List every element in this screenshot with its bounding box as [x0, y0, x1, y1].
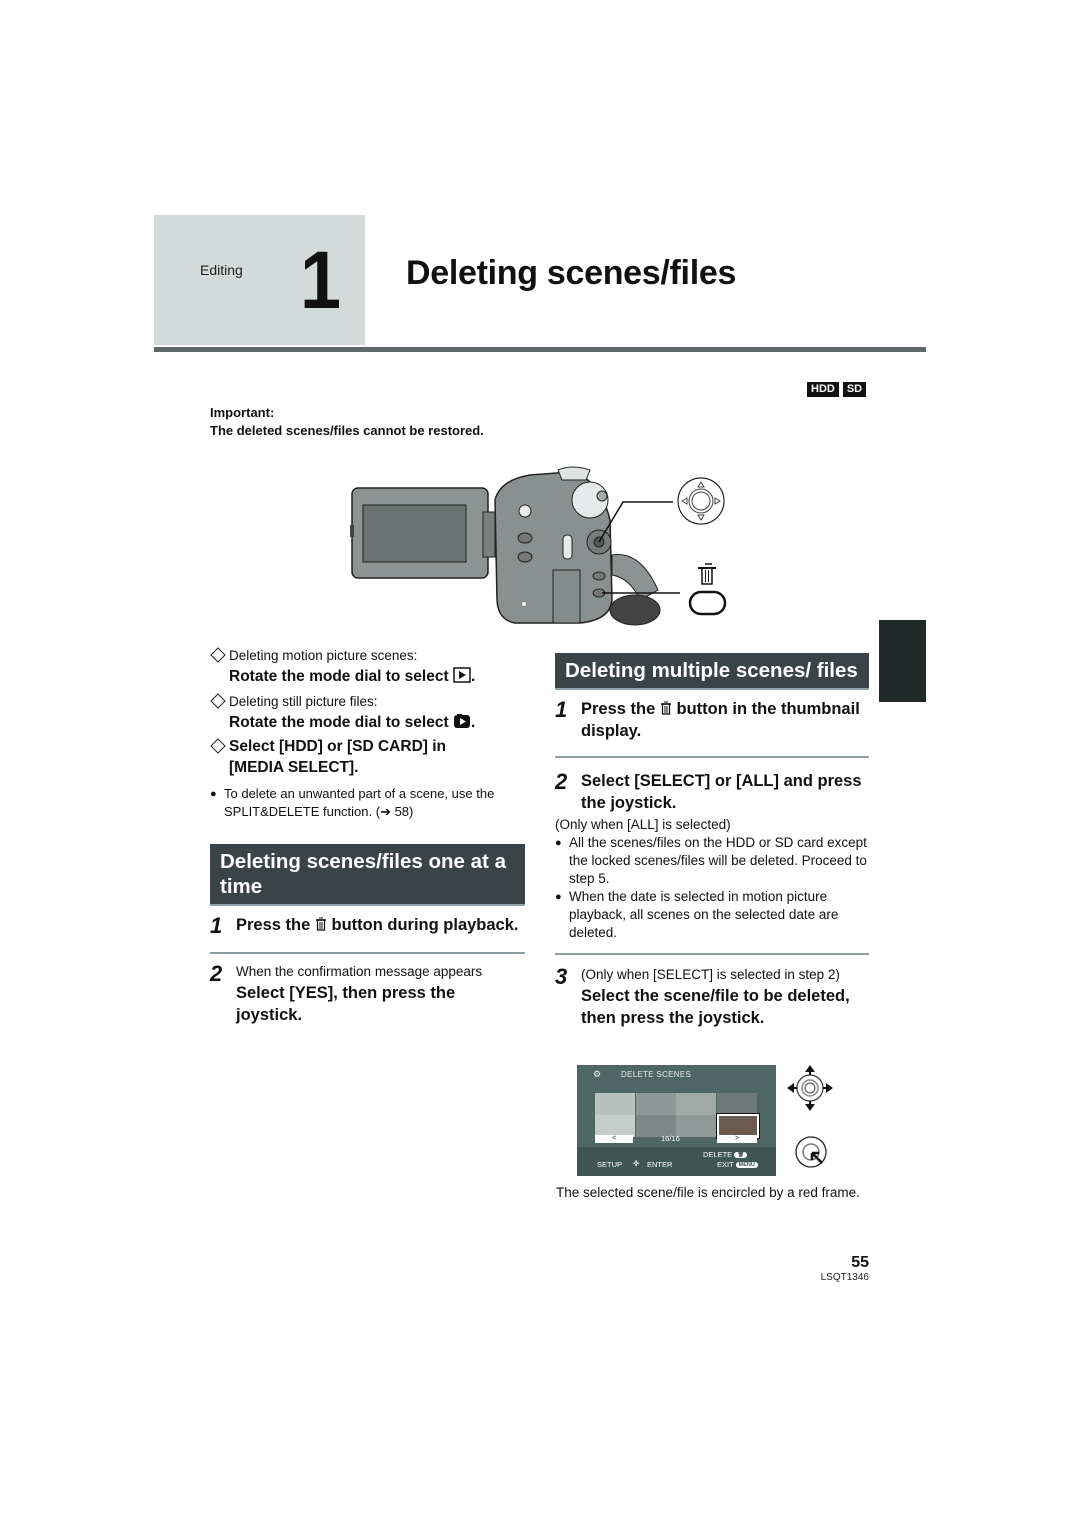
screen-footer: DELETE 🗑 SETUP ✜ ENTER EXIT MENU: [577, 1147, 776, 1176]
step-lead: (Only when [SELECT] is selected in step …: [581, 967, 840, 982]
right-column: Deleting multiple scenes/ files 1 Press …: [555, 653, 869, 1029]
step-number: 1: [555, 697, 568, 722]
section-heading-one-at-a-time: Deleting scenes/files one at a time: [210, 844, 525, 906]
still-label: Deleting still picture files:: [229, 694, 378, 709]
motion-label: Deleting motion picture scenes:: [229, 648, 418, 663]
step-condition: (Only when [ALL] is selected): [555, 817, 731, 832]
note-bullet: ● When the date is selected in motion pi…: [555, 889, 839, 940]
step-1: 1 Press the button in the thumbnail disp…: [555, 697, 860, 741]
step-divider: [555, 756, 869, 758]
section-heading-multiple: Deleting multiple scenes/ files: [555, 653, 869, 690]
delete-button-illustration: [688, 590, 727, 616]
important-text: The deleted scenes/files cannot be resto…: [210, 423, 484, 438]
thumbnail: [717, 1093, 757, 1115]
joystick-directions-icon: [787, 1065, 833, 1111]
lcd-panel: [350, 487, 489, 579]
split-delete-note: ● To delete an unwanted part of a scene,…: [210, 786, 495, 819]
step-number: 2: [210, 961, 223, 986]
delete-hint: DELETE 🗑: [703, 1150, 748, 1159]
step-2: 2 When the confirmation message appears …: [210, 962, 525, 1026]
category-label: Editing: [200, 262, 243, 278]
exit-hint: EXIT MENU: [717, 1160, 758, 1169]
still-action: Rotate the mode dial to select .: [229, 714, 476, 731]
hdd-badge: HDD: [807, 382, 839, 397]
diamond-icon: [210, 647, 226, 663]
chapter-number: 1: [300, 235, 342, 326]
still-prep: Deleting still picture files:: [210, 693, 525, 711]
prev-page-button: <: [595, 1135, 633, 1143]
sd-badge: SD: [842, 382, 867, 397]
thumbnail: [636, 1093, 676, 1115]
step-title: Select [SELECT] or [ALL] and press the j…: [581, 772, 862, 812]
setup-hint: SETUP: [597, 1160, 623, 1169]
page-number: 55: [851, 1254, 869, 1271]
step-title: Select [YES], then press the joystick.: [236, 984, 456, 1024]
thumbnail: [676, 1093, 716, 1115]
still-playback-icon: [453, 714, 470, 728]
step-1: 1 Press the button during playback.: [210, 913, 519, 938]
play-icon: [453, 667, 471, 683]
trash-icon: ⚙: [593, 1069, 602, 1079]
step-title: Select the scene/file to be deleted, the…: [581, 987, 850, 1027]
joystick-press-icon: [795, 1136, 827, 1168]
bullet-icon: ●: [555, 891, 562, 903]
bullet-icon: ●: [555, 837, 562, 849]
note-bullet: ● All the scenes/files on the HDD or SD …: [555, 835, 867, 886]
trash-icon: [698, 563, 716, 585]
step-2: 2 Select [SELECT] or [ALL] and press the…: [555, 770, 869, 814]
motion-prep: Deleting motion picture scenes:: [210, 647, 525, 665]
camcorder-illustration: [350, 466, 727, 626]
step-number: 3: [555, 964, 568, 989]
screen-title: DELETE SCENES: [621, 1070, 692, 1079]
bullet-icon: ●: [210, 788, 217, 800]
document-code: LSQT1346: [820, 1272, 869, 1283]
page-counter: 16/16: [661, 1134, 680, 1143]
motion-action: Rotate the mode dial to select .: [229, 667, 476, 685]
thumbnail: [595, 1093, 635, 1115]
joystick-icon: ✜: [633, 1159, 640, 1168]
screen-caption: The selected scene/file is encircled by …: [556, 1185, 860, 1200]
media-select-text: Select [HDD] or [SD CARD] in [MEDIA SELE…: [229, 738, 447, 776]
enter-hint: ENTER: [647, 1160, 673, 1169]
step-number: 1: [210, 913, 223, 938]
step-3: 3 (Only when [SELECT] is selected in ste…: [555, 965, 869, 1029]
trash-pill-icon: 🗑: [734, 1152, 748, 1158]
media-select-prep: Select [HDD] or [SD CARD] in [MEDIA SELE…: [210, 736, 525, 778]
step-number: 2: [555, 769, 568, 794]
joystick-icon: [677, 477, 725, 525]
important-label: Important:: [210, 405, 275, 420]
delete-scenes-screen: ⚙ DELETE SCENES < 16/16 > DELETE 🗑 SETUP…: [577, 1065, 776, 1176]
step-divider: [210, 952, 525, 954]
left-column: Deleting motion picture scenes: Rotate t…: [210, 647, 525, 1026]
diamond-icon: [210, 738, 226, 754]
page-title: Deleting scenes/files: [406, 254, 737, 292]
section-side-tab: [879, 620, 926, 702]
important-notice: Important: The deleted scenes/files cann…: [210, 404, 484, 440]
thumbnail: [595, 1115, 635, 1137]
step-divider: [555, 953, 869, 955]
next-page-button: >: [717, 1135, 757, 1143]
header-rule: [154, 347, 926, 352]
media-badges: HDD SD: [807, 382, 867, 397]
menu-pill: MENU: [735, 1162, 758, 1168]
trash-icon: [315, 917, 326, 931]
step-lead: When the confirmation message appears: [236, 964, 483, 979]
diamond-icon: [210, 693, 226, 709]
thumbnail: [676, 1115, 716, 1137]
trash-icon: [660, 701, 671, 715]
